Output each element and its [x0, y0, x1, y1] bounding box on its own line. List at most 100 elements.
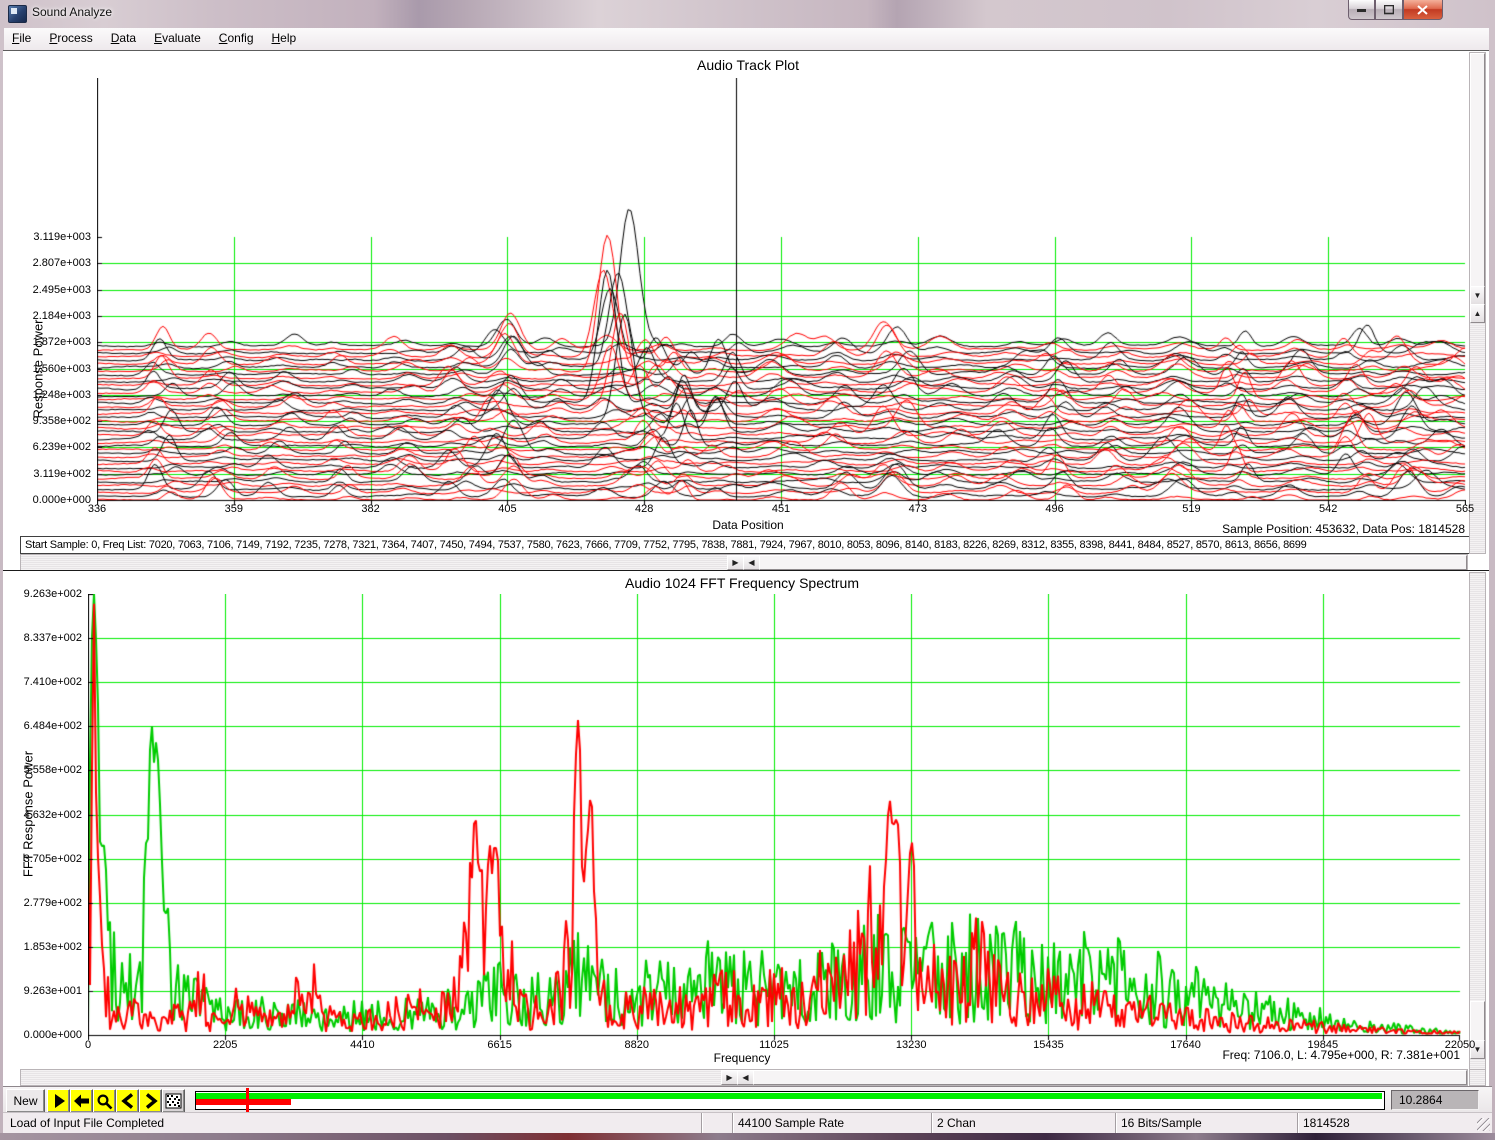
x-tick-label: 4410 [350, 1039, 374, 1051]
next-button[interactable] [139, 1089, 162, 1113]
scroll-right-button[interactable]: ▶ [727, 555, 744, 570]
scroll-left-button[interactable]: ◀ [743, 555, 760, 570]
fft-plot-canvas[interactable] [88, 594, 1461, 1041]
scroll-left-button[interactable]: ◀ [737, 1070, 754, 1085]
resize-grip[interactable] [1477, 1118, 1490, 1131]
menu-item-label: rocess [57, 31, 92, 45]
track-plot-canvas[interactable] [97, 78, 1466, 506]
status-bar: Load of Input File Completed44100 Sample… [3, 1112, 1492, 1134]
fft-plot-xlabel: Frequency [714, 1051, 771, 1065]
menu-item-process[interactable]: Process [40, 28, 101, 50]
x-tick-label: 0 [85, 1039, 91, 1051]
y-tick-label: 0.000e+000 [16, 1029, 82, 1041]
window-controls [1348, 0, 1443, 20]
minimize-button[interactable] [1348, 0, 1375, 20]
toolbar: New 10.2864 [3, 1086, 1492, 1113]
close-icon [1417, 5, 1428, 15]
bits-per-sample-field: 16 Bits/Sample [1115, 1113, 1303, 1133]
y-tick-label: 1.872e+003 [25, 336, 91, 348]
fft-v-scrollbar[interactable]: ▼ [1469, 572, 1486, 1070]
fft-h-scrollbar[interactable]: ▶ ◀ [20, 1069, 1468, 1086]
menu-item-label: valuate [162, 31, 201, 45]
y-tick-label: 7.410e+002 [16, 676, 82, 688]
scroll-right-button[interactable]: ▶ [721, 1070, 738, 1085]
menu-item-label: onfig [227, 31, 253, 45]
track-h-scrollbar-thumb[interactable] [759, 555, 1467, 570]
app-window: Sound Analyze FileProcessDataEvaluateCon… [0, 0, 1495, 1140]
y-tick-label: 1.853e+002 [16, 941, 82, 953]
play-button[interactable] [47, 1089, 70, 1113]
position-progress-bar[interactable] [195, 1091, 1385, 1110]
menu-item-evaluate[interactable]: Evaluate [145, 28, 210, 50]
x-tick-label: 8820 [625, 1039, 649, 1051]
menu-item-help[interactable]: Help [263, 28, 306, 50]
title-bar[interactable]: Sound Analyze [0, 0, 1495, 29]
x-tick-label: 15435 [1033, 1039, 1064, 1051]
new-button[interactable]: New [6, 1089, 45, 1113]
track-plot-xlabel: Data Position [712, 518, 783, 532]
y-tick-label: 9.263e+001 [16, 985, 82, 997]
scroll-down-icon: ▼ [1474, 292, 1482, 300]
x-tick-label: 2205 [213, 1039, 237, 1051]
menu-item-label: ile [19, 31, 31, 45]
fft-h-scrollbar-thumb[interactable] [753, 1070, 1467, 1085]
position-marker[interactable] [246, 1088, 249, 1112]
chevron-left-icon [120, 1093, 136, 1109]
x-tick-label: 359 [225, 503, 243, 515]
x-tick-label: 473 [909, 503, 927, 515]
y-tick-label: 2.495e+003 [25, 284, 91, 296]
zoom-button[interactable] [93, 1089, 116, 1113]
back-button[interactable] [70, 1089, 93, 1113]
maximize-button[interactable] [1375, 0, 1402, 20]
x-tick-label: 22050 [1445, 1039, 1476, 1051]
scroll-up-icon: ▲ [1474, 310, 1482, 318]
menu-bar: FileProcessDataEvaluateConfigHelp [3, 28, 1492, 51]
menu-item-label: elp [280, 31, 296, 45]
track-plot-title: Audio Track Plot [697, 57, 799, 73]
scroll-right-icon: ▶ [732, 559, 738, 567]
zoom-icon [96, 1093, 113, 1110]
y-tick-label: 3.119e+003 [25, 231, 91, 243]
total-samples-field: 1814528 [1297, 1113, 1467, 1133]
scroll-down-button[interactable]: ▼ [1470, 286, 1485, 305]
menu-item-file[interactable]: File [3, 28, 40, 50]
fft-plot-title: Audio 1024 FFT Frequency Spectrum [625, 575, 859, 591]
track-v-scrollbar[interactable]: ▼ ▲ [1469, 52, 1486, 554]
arrow-left-icon [73, 1093, 90, 1109]
window-border-right [1489, 28, 1495, 1133]
y-tick-label: 1.248e+003 [25, 389, 91, 401]
y-tick-label: 9.263e+002 [16, 588, 82, 600]
progress-green-bar [196, 1093, 1382, 1099]
track-h-scrollbar[interactable]: ▶ ◀ [20, 554, 1468, 571]
menu-item-label: ata [119, 31, 136, 45]
pattern-icon [165, 1093, 182, 1109]
x-tick-label: 405 [498, 503, 516, 515]
y-tick-label: 3.705e+002 [16, 853, 82, 865]
spectrogram-button[interactable] [162, 1089, 185, 1113]
panel-divider [3, 570, 1489, 571]
x-tick-label: 6615 [487, 1039, 511, 1051]
y-tick-label: 6.484e+002 [16, 720, 82, 732]
maximize-icon [1384, 5, 1394, 15]
x-tick-label: 11025 [759, 1039, 789, 1051]
menu-item-mnemonic: E [154, 31, 162, 45]
y-tick-label: 2.807e+003 [25, 257, 91, 269]
track-v-scrollbar-thumb[interactable] [1470, 53, 1485, 287]
menu-item-data[interactable]: Data [102, 28, 145, 50]
x-tick-label: 542 [1319, 503, 1337, 515]
close-button[interactable] [1403, 0, 1443, 20]
y-tick-label: 4.632e+002 [16, 809, 82, 821]
menu-item-mnemonic: H [272, 31, 281, 45]
x-tick-label: 519 [1182, 503, 1200, 515]
y-tick-label: 6.239e+002 [25, 441, 91, 453]
status-message: Load of Input File Completed [5, 1113, 706, 1133]
x-tick-label: 13230 [896, 1039, 927, 1051]
fft-v-scrollbar-thumb[interactable] [1470, 1001, 1485, 1041]
scroll-left-icon: ◀ [742, 1074, 748, 1082]
scroll-up-button[interactable]: ▲ [1470, 304, 1485, 323]
prev-button[interactable] [116, 1089, 139, 1113]
menu-item-config[interactable]: Config [210, 28, 263, 50]
window-border-bottom [0, 1133, 1495, 1140]
x-tick-label: 451 [772, 503, 790, 515]
scrollbar-corner [1469, 1069, 1486, 1086]
